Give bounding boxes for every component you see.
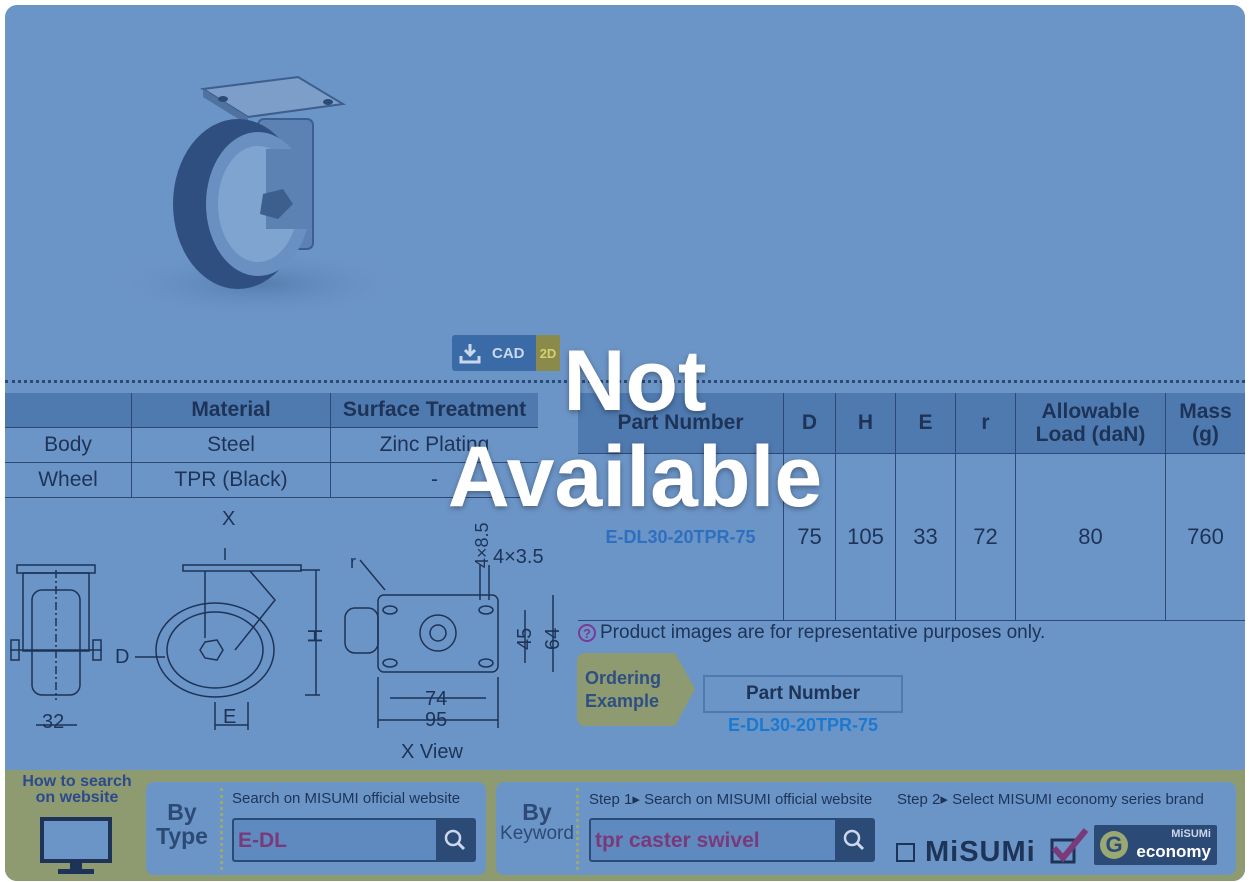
table-cell: Wheel [5,462,132,498]
table-cell: Steel [131,427,331,463]
table-cell: 760 [1165,453,1245,621]
spec-col-r: r [955,393,1016,454]
separator [220,788,223,870]
spec-col-load: Allowable Load (daN) [1015,393,1166,454]
keyword-search-value: tpr caster swivel [595,829,760,852]
download-icon [452,335,488,371]
checked-box-icon[interactable] [1048,826,1088,866]
ordering-line2: Example [585,690,660,711]
table-cell: 72 [955,453,1016,621]
part-number-link[interactable]: E-DL30-20TPR-75 [578,453,784,621]
label-d: D [115,646,129,668]
type-search-label: Search on MISUMI official website [232,790,461,807]
table-cell: Body [5,427,132,463]
unchecked-box-icon [896,843,915,862]
search-bar: How to search on website By Type Search … [5,770,1245,881]
ordering-label: Ordering Example [585,667,661,712]
type-label: Type [156,823,208,850]
table-cell: 33 [895,453,956,621]
table-cell: 80 [1015,453,1166,621]
type-search-button[interactable] [436,820,474,860]
separator [576,788,579,870]
how-to-line2: on website [35,789,119,806]
by-keyword-heading: By Keyword [500,800,574,844]
spec-col-d: D [783,393,836,454]
table-cell: Zinc Plating [330,427,538,463]
step1-label: Step 1▸ Search on MISUMI official websit… [589,791,873,808]
keyword-label: Keyword [500,823,574,845]
monitor-icon [40,817,112,874]
table-cell: - [330,462,538,498]
label-74: 74 [425,688,447,710]
technical-drawing: X D H r E 32 4×3.5 4×8.5 45 64 74 95 X V… [10,508,564,763]
label-45: 45 [514,628,536,650]
material-col-material: Material [131,393,331,428]
how-to-line1: How to search [22,773,132,790]
table-row: Body Steel Zinc Plating [5,427,538,463]
material-table: Material Surface Treatment Body Steel Zi… [5,393,538,498]
disclaimer-text: Product images are for representative pu… [600,622,1046,643]
disclaimer: ? Product images are for representative … [578,622,1045,644]
how-to-search: How to search on website [11,774,143,806]
order-pn-header: Part Number [703,675,903,713]
by-label: By [522,799,552,825]
label-95: 95 [425,709,447,731]
table-cell: 75 [783,453,836,621]
keyword-search-button[interactable] [835,820,873,860]
spec-table: Part Number D H E r Allowable Load (daN)… [578,393,1245,621]
type-search-input[interactable]: E-DL [232,818,476,862]
ordering-line1: Ordering [585,668,662,688]
misumi-logo: MiSUMi [925,836,1036,868]
table-row: Wheel TPR (Black) - [5,462,538,498]
economy-g-icon: G [1100,831,1128,859]
material-col-0 [5,393,132,428]
search-by-keyword-panel: By Keyword Step 1▸ Search on MISUMI offi… [496,782,1236,875]
label-64: 64 [542,628,564,650]
search-icon [444,829,466,851]
misumi-brand-option[interactable]: MiSUMi [896,836,1036,869]
table-row: E-DL30-20TPR-75 75 105 33 72 80 760 [578,453,1245,621]
cad-download-button[interactable]: CAD 2D [452,335,560,371]
spec-col-part-number: Part Number [578,393,784,454]
label-x-view: X View [401,741,463,763]
label-h: H [305,629,327,643]
material-col-surface: Surface Treatment [330,393,538,428]
table-cell: TPR (Black) [131,462,331,498]
label-32: 32 [42,711,64,733]
order-pn-value[interactable]: E-DL30-20TPR-75 [703,715,903,736]
search-by-type-panel: By Type Search on MISUMI official websit… [146,782,486,875]
label-e: E [223,706,236,728]
label-85: 4×8.5 [472,522,492,568]
caster-photo [108,75,408,319]
cad-2d-badge: 2D [536,335,560,371]
info-icon: ? [578,624,596,642]
spec-col-mass: Mass (g) [1165,393,1245,454]
section-divider [5,380,1245,383]
table-cell: 105 [835,453,896,621]
by-label: By [167,799,197,825]
economy-bottom-text: economy [1136,842,1211,861]
spec-col-h: H [835,393,896,454]
page: CAD 2D Material Surface Treatment Body S… [0,0,1249,882]
type-search-value: E-DL [238,829,287,852]
product-sheet: CAD 2D Material Surface Treatment Body S… [5,5,1245,881]
economy-top-text: MiSUMi [1171,828,1211,840]
economy-brand-logo[interactable]: G MiSUMi economy [1094,825,1217,865]
label-hole: 4×3.5 [493,546,544,568]
label-x: X [222,508,235,530]
step2-label: Step 2▸ Select MISUMI economy series bra… [897,791,1204,808]
search-icon [843,829,865,851]
label-r: r [350,552,356,572]
keyword-search-input[interactable]: tpr caster swivel [589,818,875,862]
cad-label: CAD [492,344,525,362]
by-type-heading: By Type [152,800,212,848]
spec-col-e: E [895,393,956,454]
